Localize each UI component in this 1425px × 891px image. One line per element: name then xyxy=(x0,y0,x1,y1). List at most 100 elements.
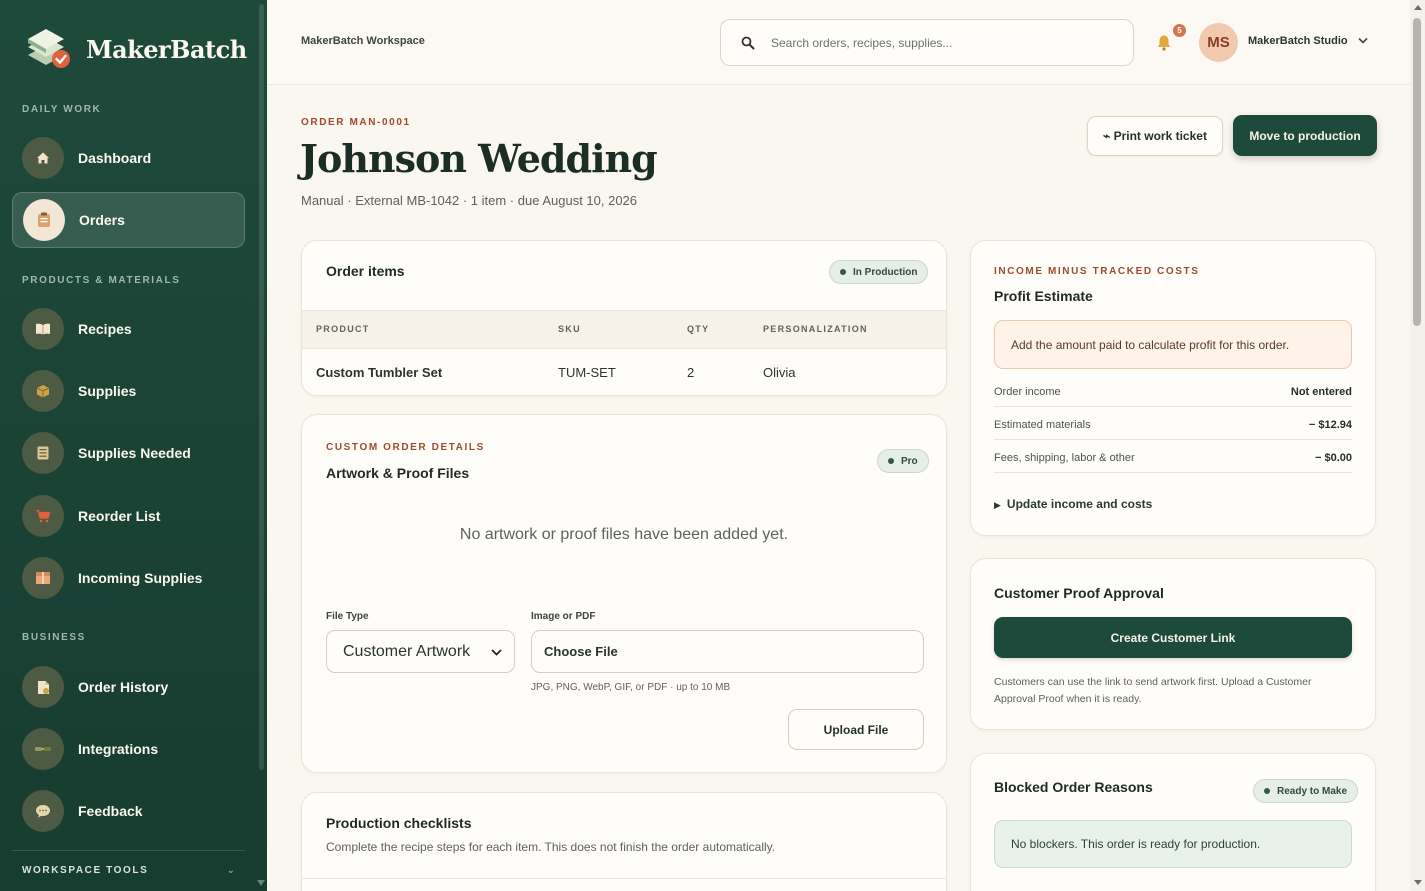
page-title: Johnson Wedding xyxy=(300,136,658,181)
order-summary: Manual · External MB-1042 · 1 item · due… xyxy=(301,193,638,208)
sidebar-item-label: Incoming Supplies xyxy=(78,570,203,586)
file-type-select[interactable]: Customer Artwork xyxy=(326,630,515,673)
table-header: PRODUCT SKU QTY PERSONALIZATION xyxy=(302,310,946,349)
order-number: ORDER MAN-0001 xyxy=(301,117,411,128)
profit-row-materials: Estimated materials − $12.94 xyxy=(994,419,1352,440)
sidebar-item-order-history[interactable]: Order History xyxy=(12,659,245,715)
move-to-production-button[interactable]: Move to production xyxy=(1233,115,1377,156)
sidebar-item-reorder-list[interactable]: Reorder List xyxy=(12,488,245,544)
ready-badge: Ready to Make xyxy=(1253,779,1359,803)
update-income-label: Update income and costs xyxy=(1006,497,1153,511)
chevron-down-icon[interactable] xyxy=(1358,36,1368,47)
list-icon xyxy=(22,432,64,474)
search-box[interactable] xyxy=(720,19,1134,66)
checklists-subtitle: Complete the recipe steps for each item.… xyxy=(326,840,776,854)
column-header-qty: QTY xyxy=(687,324,710,334)
order-items-card: Order items In Production PRODUCT SKU QT… xyxy=(301,240,947,396)
artwork-title: Artwork & Proof Files xyxy=(326,465,470,481)
profit-row-label: Fees, shipping, labor & other xyxy=(994,452,1135,464)
image-pdf-label: Image or PDF xyxy=(531,611,596,622)
create-customer-link-button[interactable]: Create Customer Link xyxy=(994,617,1352,658)
no-blockers-message: No blockers. This order is ready for pro… xyxy=(994,820,1352,868)
column-header-product: PRODUCT xyxy=(316,324,370,334)
artwork-proof-card: CUSTOM ORDER DETAILS Artwork & Proof Fil… xyxy=(301,414,947,773)
update-income-toggle[interactable]: ▶ Update income and costs xyxy=(994,497,1152,511)
avatar[interactable]: MS xyxy=(1199,23,1238,62)
brand[interactable]: MakerBatch xyxy=(24,25,247,73)
pro-badge-label: Pro xyxy=(901,455,918,467)
proof-title: Customer Proof Approval xyxy=(994,585,1164,601)
profit-row-income: Order income Not entered xyxy=(994,386,1352,407)
order-items-title: Order items xyxy=(326,263,405,279)
chevron-down-icon: ⌄ xyxy=(226,865,235,876)
product-qty: 2 xyxy=(687,365,695,380)
product-personalization: Olivia xyxy=(763,365,796,380)
sidebar-item-label: Supplies xyxy=(78,383,137,399)
profit-estimate-card: INCOME MINUS TRACKED COSTS Profit Estima… xyxy=(970,240,1376,536)
brand-name: MakerBatch xyxy=(86,34,247,64)
profit-eyebrow: INCOME MINUS TRACKED COSTS xyxy=(994,266,1200,277)
book-icon xyxy=(22,308,64,350)
proof-description: Customers can use the link to send artwo… xyxy=(994,676,1312,705)
clipboard-icon xyxy=(23,199,65,241)
sidebar-item-incoming-supplies[interactable]: Incoming Supplies xyxy=(12,550,245,606)
package-icon xyxy=(22,557,64,599)
column-header-sku: SKU xyxy=(558,324,581,334)
badge-dot-icon xyxy=(1264,788,1270,794)
status-badge: In Production xyxy=(829,260,929,284)
product-name: Custom Tumbler Set xyxy=(316,365,443,380)
top-bar: MakerBatch Workspace 5 MS MakerBatch Stu… xyxy=(267,0,1410,85)
section-products-materials: PRODUCTS & MATERIALS xyxy=(22,275,181,286)
customer-proof-card: Customer Proof Approval Create Customer … xyxy=(970,558,1376,730)
sidebar-item-integrations[interactable]: Integrations xyxy=(12,721,245,777)
print-work-ticket-button[interactable]: ⌁ Print work ticket xyxy=(1087,116,1223,156)
empty-state-message: No artwork or proof files have been adde… xyxy=(459,526,789,543)
file-upload-input[interactable]: Choose File xyxy=(531,630,924,673)
sidebar-item-orders[interactable]: Orders xyxy=(12,192,245,248)
upload-file-button[interactable]: Upload File xyxy=(788,709,924,750)
profit-row-label: Estimated materials xyxy=(994,419,1091,431)
workspace-tools-toggle[interactable]: WORKSPACE TOOLS ⌄ xyxy=(12,850,245,890)
profit-notice: Add the amount paid to calculate profit … xyxy=(994,320,1352,369)
sidebar-item-label: Integrations xyxy=(78,741,159,757)
home-icon xyxy=(22,137,64,179)
profit-title: Profit Estimate xyxy=(994,288,1093,304)
bell-icon[interactable] xyxy=(1157,34,1173,52)
divider xyxy=(302,878,946,879)
badge-dot-icon xyxy=(888,458,894,464)
blocked-title: Blocked Order Reasons xyxy=(994,779,1153,795)
sidebar-item-label: Reorder List xyxy=(78,508,161,524)
section-business: BUSINESS xyxy=(22,632,86,643)
profit-row-value: − $12.94 xyxy=(1308,419,1352,431)
sidebar-item-supplies-needed[interactable]: Supplies Needed xyxy=(12,425,245,481)
choose-file-button[interactable]: Choose File xyxy=(544,644,618,659)
workspace-name: MakerBatch Workspace xyxy=(301,35,425,47)
plug-icon xyxy=(22,728,64,770)
section-workspace-tools: WORKSPACE TOOLS xyxy=(22,865,149,876)
profit-row-value: Not entered xyxy=(1290,386,1352,398)
box-icon xyxy=(22,370,64,412)
notification-badge: 5 xyxy=(1173,24,1186,37)
sidebar-item-dashboard[interactable]: Dashboard xyxy=(12,130,245,186)
page-scrollbar-thumb[interactable] xyxy=(1413,18,1421,326)
user-name[interactable]: MakerBatch Studio xyxy=(1248,35,1348,47)
search-input[interactable] xyxy=(771,35,1111,50)
sidebar-item-supplies[interactable]: Supplies xyxy=(12,363,245,419)
sidebar-scrollbar[interactable] xyxy=(259,4,264,770)
column-header-personalization: PERSONALIZATION xyxy=(763,324,868,334)
production-checklists-card: Production checklists Complete the recip… xyxy=(301,792,947,891)
scroll-down-icon[interactable] xyxy=(1414,880,1422,885)
sidebar-item-feedback[interactable]: Feedback xyxy=(12,783,245,839)
makerbatch-logo-icon xyxy=(24,25,72,73)
sidebar-item-label: Orders xyxy=(79,212,125,228)
section-daily-work: DAILY WORK xyxy=(22,104,102,115)
sidebar-item-label: Dashboard xyxy=(78,150,152,166)
sidebar-scroll-down-icon[interactable] xyxy=(257,880,265,886)
chat-icon xyxy=(22,790,64,832)
sidebar-item-recipes[interactable]: Recipes xyxy=(12,301,245,357)
checklists-title: Production checklists xyxy=(326,815,472,831)
artwork-eyebrow: CUSTOM ORDER DETAILS xyxy=(326,442,485,453)
profit-row-label: Order income xyxy=(994,386,1061,398)
scroll-up-icon[interactable] xyxy=(1414,5,1422,10)
sidebar: MakerBatch DAILY WORK Dashboard Orders P… xyxy=(0,0,267,891)
